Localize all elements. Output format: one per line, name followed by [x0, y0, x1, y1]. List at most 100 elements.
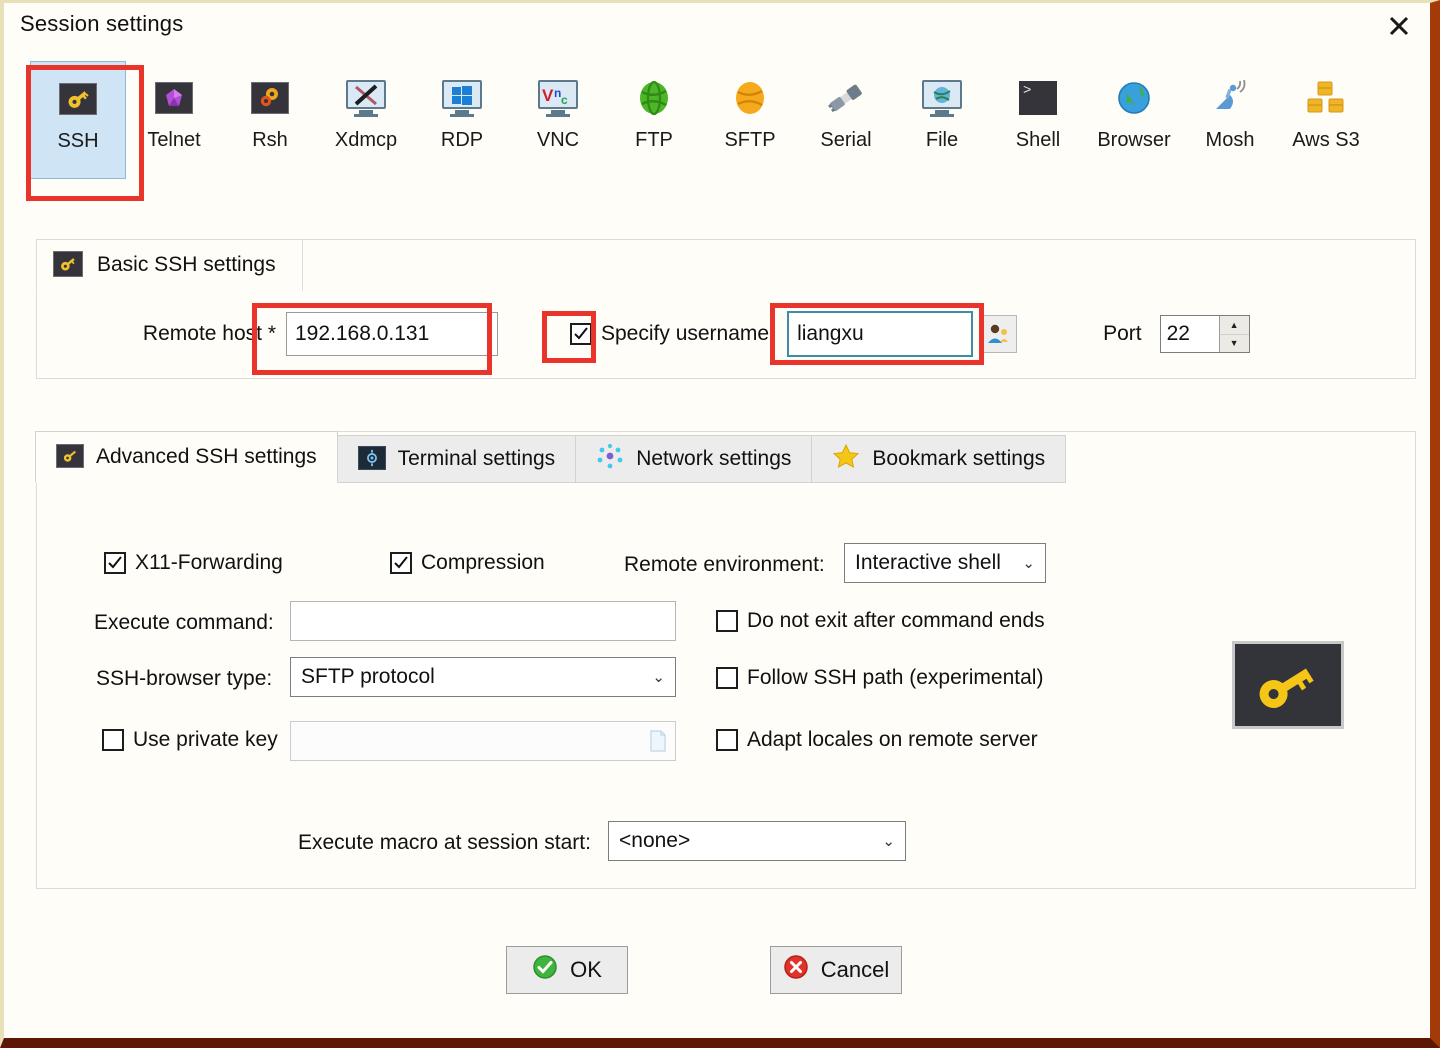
tab-network-settings[interactable]: Network settings [575, 435, 813, 483]
x11-forwarding-checkbox[interactable] [104, 552, 126, 574]
tab-bookmark-settings[interactable]: Bookmark settings [811, 435, 1067, 483]
protocol-mosh[interactable]: Mosh [1182, 61, 1278, 179]
protocol-ftp[interactable]: FTP [606, 61, 702, 179]
title-bar: Session settings [4, 3, 1430, 51]
key-icon [56, 443, 84, 471]
page-title: Session settings [20, 11, 184, 36]
advanced-ssh-settings-pane: X11-Forwarding Compression Remote enviro… [36, 483, 1416, 889]
orange-globe-icon [729, 77, 771, 119]
adapt-locales-row[interactable]: Adapt locales on remote server [716, 728, 1038, 752]
chevron-down-icon: ⌄ [1022, 555, 1035, 572]
document-icon [650, 730, 666, 752]
x11-forwarding-row[interactable]: X11-Forwarding [104, 551, 283, 575]
do-not-exit-label: Do not exit after command ends [747, 609, 1045, 632]
remote-environment-value: Interactive shell [855, 551, 1001, 574]
remote-environment-select[interactable]: Interactive shell ⌄ [844, 543, 1046, 583]
file-monitor-icon [921, 77, 963, 119]
protocol-shell[interactable]: > Shell [990, 61, 1086, 179]
username-input[interactable] [787, 311, 974, 357]
tab-label: Advanced SSH settings [96, 445, 317, 468]
dialog-body: Session settings SSH Telnet Rsh Xdmcp RD… [4, 3, 1430, 1038]
follow-ssh-path-row[interactable]: Follow SSH path (experimental) [716, 666, 1043, 690]
terminal-settings-icon [357, 445, 386, 473]
protocol-telnet[interactable]: Telnet [126, 61, 222, 179]
execute-command-input[interactable] [290, 601, 676, 641]
basic-ssh-settings-legend: Basic SSH settings [36, 239, 303, 291]
port-stepper[interactable]: ▲ ▼ [1159, 315, 1250, 353]
port-label: Port [1103, 322, 1142, 345]
do-not-exit-row[interactable]: Do not exit after command ends [716, 609, 1045, 633]
adapt-locales-label: Adapt locales on remote server [747, 728, 1038, 751]
key-icon [53, 250, 83, 280]
follow-ssh-path-checkbox[interactable] [716, 667, 738, 689]
windows-monitor-icon [441, 77, 483, 119]
remote-host-input[interactable] [286, 312, 498, 356]
compression-checkbox[interactable] [390, 552, 412, 574]
follow-ssh-path-label: Follow SSH path (experimental) [747, 666, 1044, 689]
big-key-icon [1232, 641, 1344, 729]
close-icon[interactable] [1382, 9, 1416, 43]
protocol-file[interactable]: File [894, 61, 990, 179]
use-private-key-row[interactable]: Use private key [102, 728, 278, 752]
remote-environment-label: Remote environment: [624, 553, 825, 576]
protocol-label: RDP [440, 129, 484, 151]
key-icon [57, 78, 99, 120]
cancel-button-label: Cancel [820, 957, 890, 982]
ssh-browser-type-value: SFTP protocol [301, 665, 435, 688]
specify-username-checkbox[interactable] [570, 323, 592, 345]
user-icon[interactable] [979, 315, 1018, 353]
port-input[interactable] [1160, 316, 1219, 352]
protocol-label: FTP [635, 129, 673, 151]
protocol-toolbar: SSH Telnet Rsh Xdmcp RDP V n c VNC FTP S… [4, 61, 1430, 201]
protocol-label: Xdmcp [334, 129, 398, 151]
chevron-up-icon[interactable]: ▲ [1218, 316, 1249, 335]
chevron-down-icon[interactable]: ▼ [1218, 334, 1249, 352]
terminal-icon: > [1017, 77, 1059, 119]
specify-username-label: Specify username [601, 322, 770, 345]
private-key-path-input[interactable] [290, 721, 676, 761]
protocol-aws-s3[interactable]: Aws S3 [1278, 61, 1374, 179]
chevron-down-icon: ⌄ [652, 669, 665, 686]
execute-macro-label: Execute macro at session start: [298, 831, 591, 854]
tab-terminal-settings[interactable]: Terminal settings [336, 435, 577, 483]
execute-macro-select[interactable]: <none> ⌄ [608, 821, 906, 861]
settings-tabs: Advanced SSH settings Terminal settings [35, 431, 1067, 483]
protocol-sftp[interactable]: SFTP [702, 61, 798, 179]
protocol-label: Telnet [147, 129, 201, 151]
tab-label: Bookmark settings [872, 447, 1046, 470]
chevron-down-icon: ⌄ [882, 833, 895, 850]
compression-row[interactable]: Compression [390, 551, 545, 575]
protocol-serial[interactable]: Serial [798, 61, 894, 179]
red-x-icon [783, 954, 809, 986]
crystal-icon [153, 77, 195, 119]
gears-icon [249, 77, 291, 119]
protocol-vnc[interactable]: V n c VNC [510, 61, 606, 179]
protocol-label: VNC [536, 129, 580, 151]
basic-settings-row: Remote host * Specify username Port ▲ ▼ [36, 301, 1416, 367]
satellite-icon [1209, 77, 1251, 119]
specify-username-checkbox-row[interactable]: Specify username [570, 322, 769, 346]
legend-label: Basic SSH settings [97, 253, 276, 276]
do-not-exit-checkbox[interactable] [716, 610, 738, 632]
protocol-ssh[interactable]: SSH [30, 61, 126, 179]
protocol-rsh[interactable]: Rsh [222, 61, 318, 179]
ok-button-label: OK [570, 957, 602, 982]
tab-advanced-ssh-settings[interactable]: Advanced SSH settings [35, 431, 338, 483]
blue-globe-icon [1113, 77, 1155, 119]
svg-text:V: V [542, 86, 554, 105]
cancel-button[interactable]: Cancel [770, 946, 902, 994]
green-globe-icon [633, 77, 675, 119]
plug-icon [825, 77, 867, 119]
vnc-monitor-icon: V n c [537, 77, 579, 119]
protocol-xdmcp[interactable]: Xdmcp [318, 61, 414, 179]
use-private-key-label: Use private key [133, 728, 278, 751]
star-icon [832, 443, 860, 475]
adapt-locales-checkbox[interactable] [716, 729, 738, 751]
protocol-label: Aws S3 [1292, 129, 1360, 151]
protocol-label: File [925, 129, 959, 151]
protocol-browser[interactable]: Browser [1086, 61, 1182, 179]
ssh-browser-type-select[interactable]: SFTP protocol ⌄ [290, 657, 676, 697]
ok-button[interactable]: OK [506, 946, 628, 994]
use-private-key-checkbox[interactable] [102, 729, 124, 751]
protocol-rdp[interactable]: RDP [414, 61, 510, 179]
